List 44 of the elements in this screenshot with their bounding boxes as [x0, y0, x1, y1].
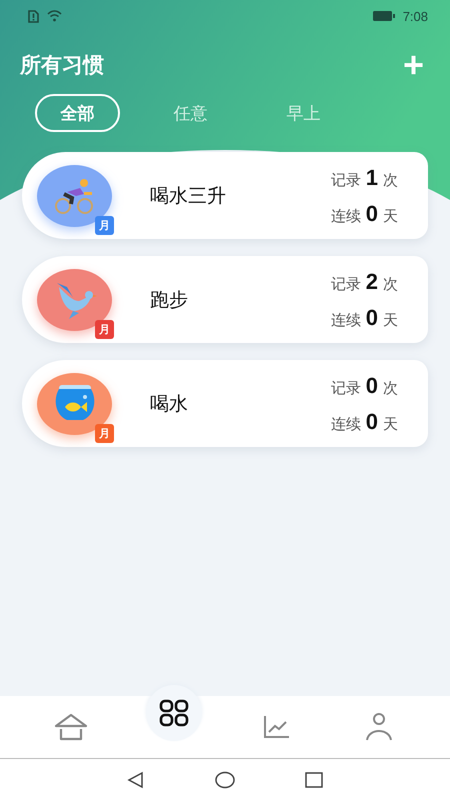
record-unit: 次 [383, 170, 398, 190]
streak-unit: 天 [383, 310, 398, 330]
battery-icon [372, 11, 395, 21]
habit-card[interactable]: 月 喝水三升 记录 1 次 连续 0 天 [22, 152, 428, 239]
line-chart-icon [262, 714, 290, 740]
record-count: 1 [366, 164, 378, 190]
status-time: 7:08 [402, 8, 428, 24]
streak-unit: 天 [383, 206, 398, 226]
back-button[interactable] [127, 770, 145, 788]
record-count: 2 [366, 268, 378, 294]
habit-name: 跑步 [150, 288, 189, 312]
habit-name: 喝水 [150, 392, 189, 416]
streak-label: 连续 [330, 414, 361, 434]
grid-icon [158, 699, 189, 727]
record-label: 记录 [330, 274, 361, 294]
add-button[interactable]: + [400, 47, 426, 83]
record-count: 0 [366, 372, 378, 398]
record-label: 记录 [330, 378, 361, 398]
streak-label: 连续 [330, 310, 361, 330]
record-unit: 次 [383, 378, 398, 398]
wifi-icon [47, 10, 62, 22]
recent-apps-button[interactable] [305, 772, 323, 788]
record-unit: 次 [383, 274, 398, 294]
period-badge: 月 [95, 320, 114, 338]
streak-count: 0 [366, 408, 378, 434]
habit-name: 喝水三升 [150, 184, 227, 208]
home-icon [53, 713, 90, 741]
period-badge: 月 [95, 424, 114, 442]
sim-card-icon [28, 10, 39, 22]
period-badge: 月 [95, 216, 114, 234]
page-title: 所有习惯 [20, 52, 104, 79]
habit-card[interactable]: 月 喝水 记录 0 次 连续 0 天 [22, 360, 428, 447]
habit-card[interactable]: 月 跑步 记录 2 次 连续 0 天 [22, 256, 428, 343]
streak-count: 0 [366, 200, 378, 226]
fishbowl-icon [52, 384, 96, 422]
record-label: 记录 [330, 170, 361, 190]
filter-tab[interactable]: 早上 [261, 94, 346, 132]
filter-tab[interactable]: 全部 [35, 94, 120, 132]
home-button[interactable] [215, 770, 235, 788]
filter-tab[interactable]: 任意 [148, 94, 233, 132]
person-icon [364, 712, 393, 742]
streak-unit: 天 [383, 414, 398, 434]
streak-count: 0 [366, 304, 378, 330]
streak-label: 连续 [330, 206, 361, 226]
